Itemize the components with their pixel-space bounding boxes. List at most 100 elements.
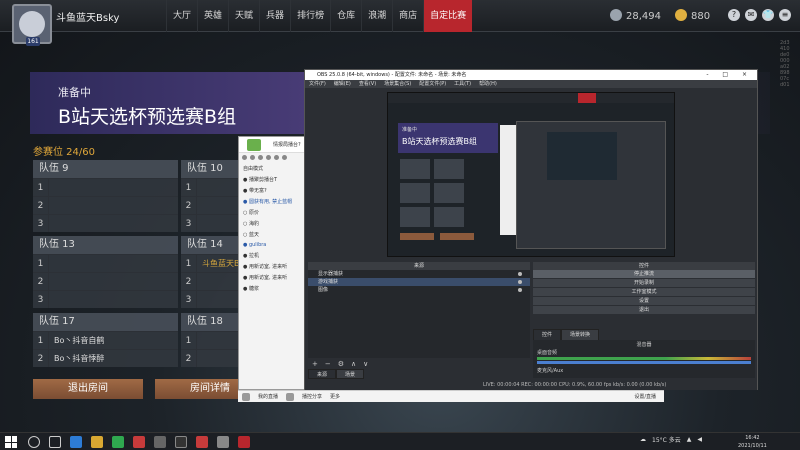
nav-talent[interactable]: 天赋: [228, 0, 259, 32]
nav-weapons[interactable]: 兵器: [259, 0, 290, 32]
windows-start-icon[interactable]: [5, 436, 17, 448]
obs-title: OBS 25.0.8 (64-bit, windows) - 配置文件: 未命名…: [317, 72, 467, 78]
team-card[interactable]: 队伍 13 1 2 3: [33, 236, 178, 308]
exit-button[interactable]: 退出: [533, 306, 755, 314]
help-icon[interactable]: ?: [728, 9, 740, 21]
team-slot[interactable]: 1 Bo丶抖音自鹤: [33, 331, 178, 349]
currency-a: 28,494: [610, 9, 661, 22]
team-name: 队伍 13: [33, 236, 178, 254]
home-icon[interactable]: [247, 139, 261, 151]
eye-icon[interactable]: [518, 280, 522, 284]
mic-icon[interactable]: [242, 392, 250, 401]
mixer-title: 混音器: [636, 342, 652, 348]
team-card[interactable]: 队伍 9 1 2 3: [33, 160, 178, 232]
eye-icon[interactable]: [518, 272, 522, 276]
edge-icon[interactable]: [70, 436, 82, 448]
remove-source-button[interactable]: −: [325, 359, 331, 369]
clock[interactable]: 16:42 2021/10/11: [738, 434, 767, 450]
nav-tide[interactable]: 浪潮: [361, 0, 392, 32]
tab-scenes[interactable]: 场景: [336, 369, 365, 379]
menu-file[interactable]: 文件(F): [309, 80, 326, 88]
menu-profile[interactable]: 配置文件(P): [419, 80, 446, 88]
team-slot[interactable]: 3: [33, 290, 178, 308]
team-slot[interactable]: 2: [33, 196, 178, 214]
game-icon[interactable]: [238, 436, 250, 448]
nav-shop[interactable]: 商店: [392, 0, 423, 32]
app-icon[interactable]: [217, 436, 229, 448]
add-source-button[interactable]: +: [312, 359, 318, 369]
start-recording-button[interactable]: 开始录制: [533, 279, 755, 287]
share-button[interactable]: 播控分享: [302, 393, 322, 400]
tab-sources[interactable]: 来源: [308, 369, 337, 379]
folder-icon[interactable]: [91, 436, 103, 448]
source-settings-button[interactable]: ⚙: [338, 359, 344, 369]
menu-help[interactable]: 帮助(H): [479, 80, 497, 88]
window-buttons[interactable]: - □ ×: [706, 70, 753, 80]
source-item[interactable]: 图像: [308, 286, 530, 294]
menu-tools[interactable]: 工具(T): [454, 80, 471, 88]
settings-button[interactable]: 设置: [533, 297, 755, 305]
team-card[interactable]: 队伍 17 1 Bo丶抖音自鹤 2 Bo丶抖音悸醉: [33, 313, 178, 367]
taskbar-apps: [28, 436, 250, 448]
preview-status: 准备中: [402, 127, 418, 133]
move-up-button[interactable]: ∧: [351, 359, 356, 369]
chat-icon[interactable]: [274, 155, 279, 160]
source-item[interactable]: 游戏捕获: [308, 278, 530, 286]
app-red-icon[interactable]: [133, 436, 145, 448]
team-slot[interactable]: 1: [33, 178, 178, 196]
search-icon[interactable]: [28, 436, 40, 448]
more-icon[interactable]: [282, 155, 287, 160]
team-slot[interactable]: 2 Bo丶抖音悸醉: [33, 349, 178, 367]
obs-titlebar: OBS 25.0.8 (64-bit, windows) - 配置文件: 未命名…: [305, 70, 757, 80]
source-item[interactable]: 显示器捕获: [308, 270, 530, 278]
move-down-button[interactable]: ∨: [363, 359, 368, 369]
nav-storage[interactable]: 仓库: [330, 0, 361, 32]
volume-slider[interactable]: [537, 361, 751, 364]
eye-icon[interactable]: [518, 288, 522, 292]
share-icon[interactable]: [286, 392, 295, 401]
studio-mode-button[interactable]: 工作室模式: [533, 288, 755, 296]
obs-statusbar: LIVE: 00:00:04 REC: 00:00:00 CPU: 0.9%, …: [305, 380, 757, 390]
system-tray: ☁ 15°C 多云 ▲ ◀: [640, 435, 702, 444]
nav-custom-match[interactable]: 自定比赛: [423, 0, 473, 32]
main-nav: 大厅 英雄 天赋 兵器 排行榜 仓库 浪潮 商店 自定比赛: [166, 0, 473, 32]
gift-icon[interactable]: [250, 155, 255, 160]
wechat-icon[interactable]: [112, 436, 124, 448]
team-slot[interactable]: 2: [33, 272, 178, 290]
volume-icon[interactable]: ◀: [697, 436, 702, 443]
exit-room-button[interactable]: 退出房间: [33, 379, 143, 399]
menu-view[interactable]: 查看(V): [359, 80, 376, 88]
avatar-face-icon: [19, 11, 45, 37]
task-view-icon[interactable]: [49, 436, 61, 448]
chat-message: ○ 海豹: [243, 221, 259, 227]
mail-icon[interactable]: ✉: [745, 9, 757, 21]
douyu-icon[interactable]: [196, 436, 208, 448]
more-button[interactable]: 更多: [330, 393, 340, 400]
preview-nested-obs: [516, 121, 666, 249]
menu-icon[interactable]: ≡: [779, 9, 791, 21]
network-icon[interactable]: ▲: [687, 436, 692, 443]
emoji-icon[interactable]: [242, 155, 247, 160]
team-slot[interactable]: 3: [33, 214, 178, 232]
user-icon[interactable]: [258, 155, 263, 160]
settings-icon[interactable]: [266, 155, 271, 160]
weather-text[interactable]: 15°C 多云: [652, 435, 681, 444]
side-id-text: 2d3410de0000a0289807cd01: [780, 40, 790, 88]
controls-panel: 停止推流 开始录制 工作室模式 设置 退出: [533, 270, 755, 326]
obs-preview[interactable]: 准备中 B站天选杯预选赛B组: [387, 92, 675, 257]
team-slot[interactable]: 1: [33, 254, 178, 272]
wardrobe-icon[interactable]: 👕: [762, 9, 774, 21]
windows-taskbar: ☁ 15°C 多云 ▲ ◀ 16:42 2021/10/11: [0, 432, 800, 450]
menu-scene-collection[interactable]: 场景集合(S): [384, 80, 411, 88]
app-gray-icon[interactable]: [154, 436, 166, 448]
obs-icon[interactable]: [175, 436, 187, 448]
nav-lobby[interactable]: 大厅: [166, 0, 197, 32]
stop-streaming-button[interactable]: 停止推流: [533, 270, 755, 278]
settings-link[interactable]: 设置/直播: [634, 393, 656, 400]
preview-button: [440, 233, 474, 240]
menu-edit[interactable]: 编辑(E): [334, 80, 351, 88]
nav-leaderboard[interactable]: 排行榜: [290, 0, 330, 32]
nav-heroes[interactable]: 英雄: [197, 0, 228, 32]
chat-message: ● 带无富?: [243, 188, 267, 194]
my-stream-button[interactable]: 我的直播: [258, 393, 278, 400]
